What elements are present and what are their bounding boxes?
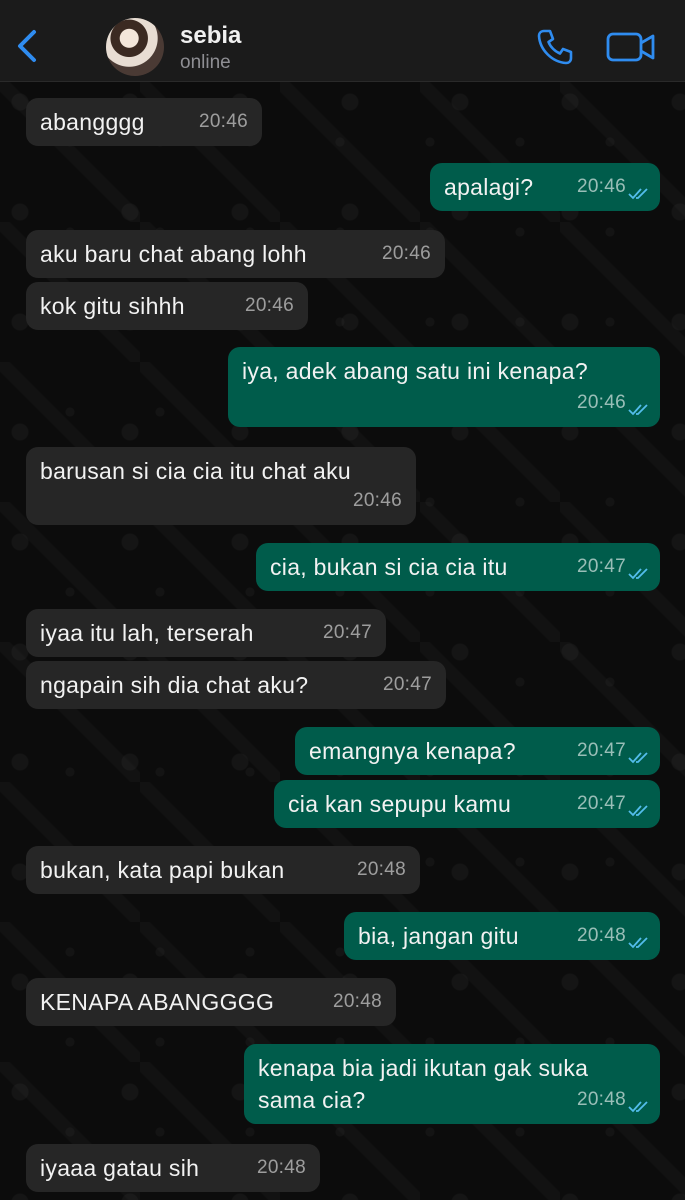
message-time: 20:48 [332,991,382,1012]
message-text: aku baru chat abang lohh [40,241,307,267]
message-text: emangnya kenapa? [309,738,516,764]
message-outgoing[interactable]: apalagi? 20:46 [430,163,660,211]
message-time: 20:48 [356,859,406,880]
message-time: 20:47 [576,740,626,761]
message-incoming[interactable]: KENAPA ABANGGGG 20:48 [26,978,396,1026]
message-time: 20:47 [322,622,372,643]
message-time: 20:46 [576,176,626,197]
message-text: cia kan sepupu kamu [288,791,512,817]
message-time: 20:48 [576,925,626,946]
message-outgoing[interactable]: iya, adek abang satu ini kenapa? 20:46 [228,347,660,427]
message-text: ngapain sih dia chat aku? [40,672,309,698]
message-outgoing[interactable]: emangnya kenapa? 20:47 [295,727,660,775]
message-text: barusan si cia cia itu chat aku [40,458,352,484]
message-text: kenapa bia jadi ikutan gak suka sama cia… [258,1055,589,1113]
message-text: KENAPA ABANGGGG [40,989,275,1015]
message-list[interactable]: abangggg 20:46 apalagi? 20:46 aku baru c… [0,82,685,1200]
read-receipt-icon [628,937,648,949]
message-outgoing[interactable]: kenapa bia jadi ikutan gak suka sama cia… [244,1044,660,1124]
read-receipt-icon [628,1101,648,1113]
read-receipt-icon [628,188,648,200]
read-receipt-icon [628,568,648,580]
read-receipt-icon [628,404,648,416]
message-outgoing[interactable]: bia, jangan gitu 20:48 [344,912,660,960]
video-camera-icon[interactable] [606,30,656,64]
phone-icon[interactable] [536,28,574,66]
message-time: 20:47 [576,793,626,814]
message-incoming[interactable]: iyaaa gatau sih 20:48 [26,1144,320,1192]
message-incoming[interactable]: bukan, kata papi bukan 20:48 [26,846,420,894]
contact-name[interactable]: sebia [180,22,241,50]
message-text: iyaaa gatau sih [40,1155,200,1181]
message-time: 20:46 [244,295,294,316]
message-text: apalagi? [444,174,534,200]
avatar[interactable] [106,18,164,76]
message-text: cia, bukan si cia cia itu [270,554,508,580]
message-time: 20:47 [576,556,626,577]
message-incoming[interactable]: iyaa itu lah, terserah 20:47 [26,609,386,657]
chevron-left-icon[interactable] [10,26,44,66]
message-text: iya, adek abang satu ini kenapa? [242,358,588,384]
read-receipt-icon [628,805,648,817]
message-incoming[interactable]: aku baru chat abang lohh 20:46 [26,230,445,278]
message-time: 20:47 [382,674,432,695]
message-text: iyaa itu lah, terserah [40,620,254,646]
message-time: 20:46 [381,243,431,264]
message-time: 20:48 [576,1089,626,1110]
message-text: bukan, kata papi bukan [40,857,285,883]
message-time: 20:46 [576,392,626,413]
contact-status: online [180,52,231,73]
read-receipt-icon [628,752,648,764]
message-text: abangggg [40,109,145,135]
message-incoming[interactable]: kok gitu sihhh 20:46 [26,282,308,330]
message-time: 20:48 [256,1157,306,1178]
chat-header: sebia online [0,0,685,82]
message-incoming[interactable]: barusan si cia cia itu chat aku 20:46 [26,447,416,525]
message-time: 20:46 [352,490,402,511]
message-outgoing[interactable]: cia kan sepupu kamu 20:47 [274,780,660,828]
message-time: 20:46 [198,111,248,132]
message-text: kok gitu sihhh [40,293,185,319]
message-outgoing[interactable]: cia, bukan si cia cia itu 20:47 [256,543,660,591]
message-text: bia, jangan gitu [358,923,519,949]
message-incoming[interactable]: abangggg 20:46 [26,98,262,146]
message-incoming[interactable]: ngapain sih dia chat aku? 20:47 [26,661,446,709]
